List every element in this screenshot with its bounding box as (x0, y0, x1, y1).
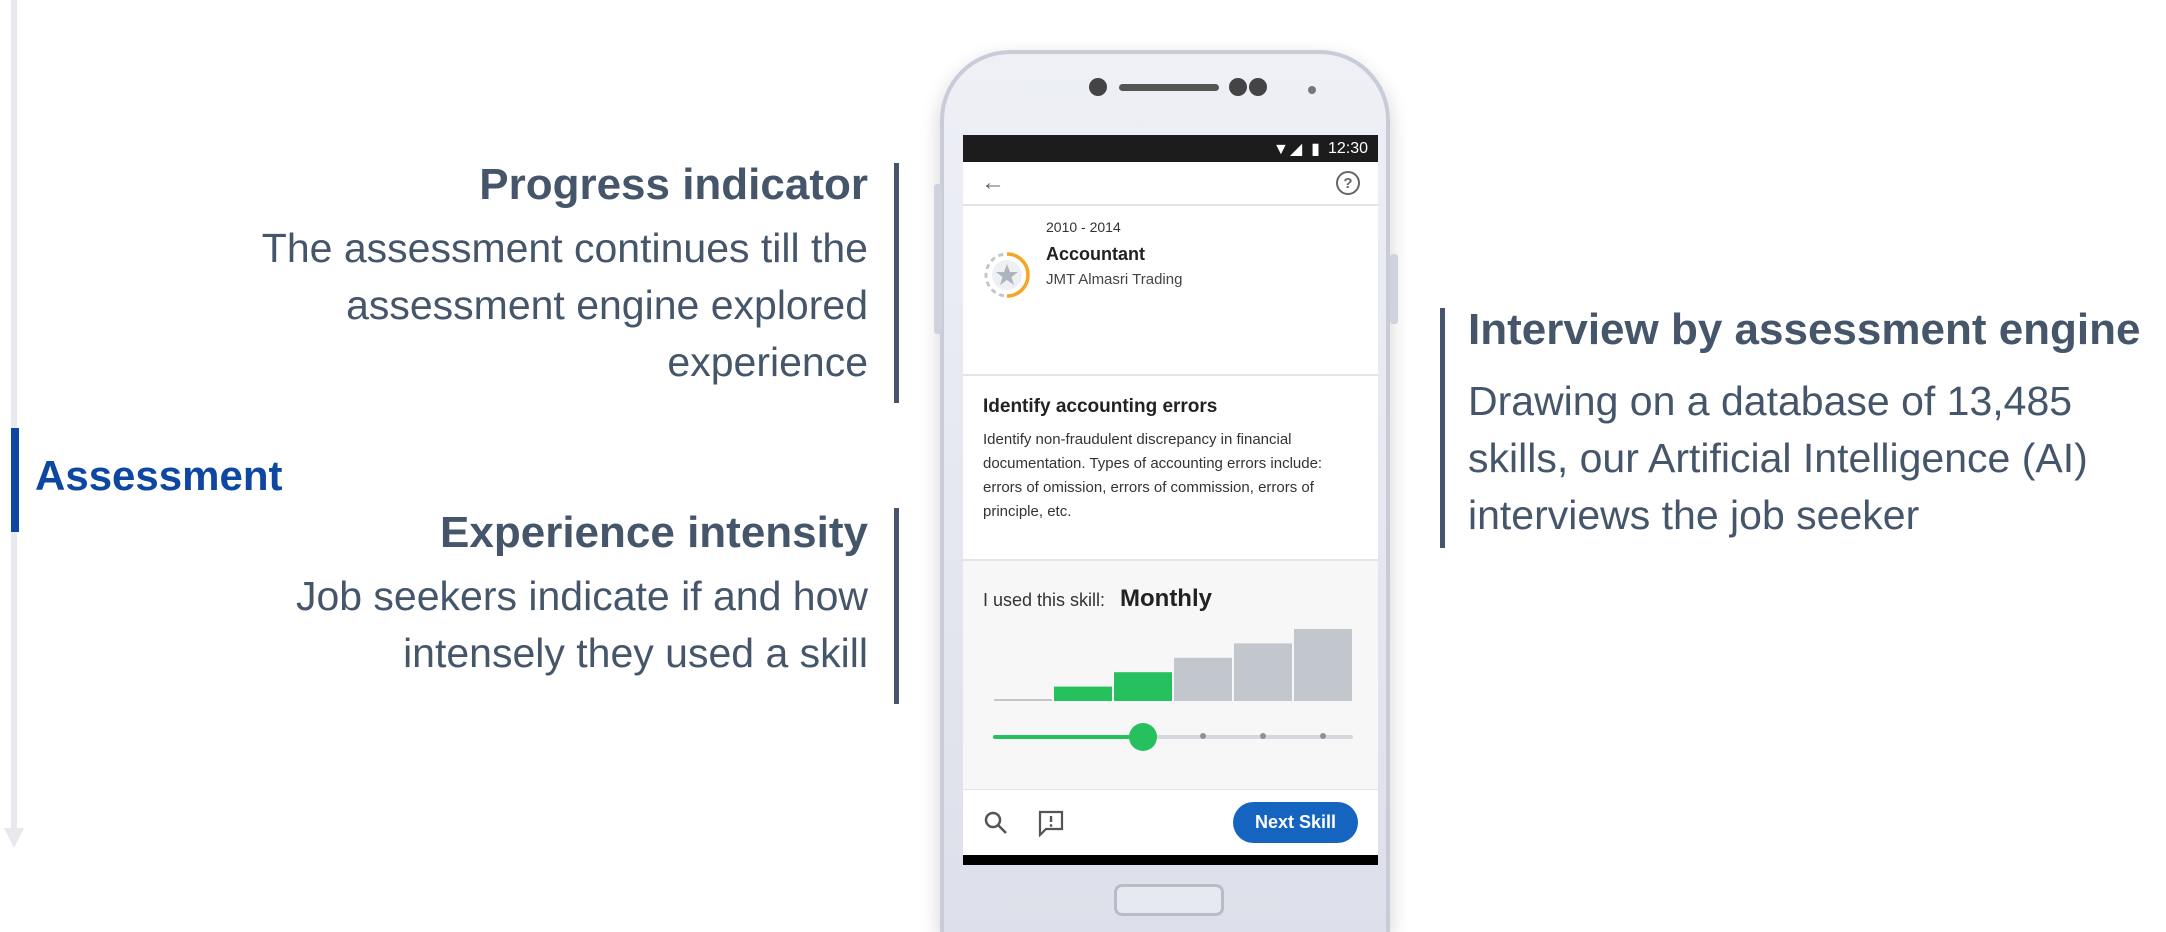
usage-answer: Monthly (1120, 585, 1212, 612)
slider-fill (993, 735, 1143, 739)
skill-description-line: Identify non-fraudulent discrepancy in f… (983, 431, 1292, 448)
speaker-grille (1119, 84, 1219, 91)
hardware-home-button[interactable] (1114, 884, 1224, 916)
callout-title: Progress indicator (479, 160, 868, 209)
callout-line: Drawing on a database of 13,485 (1468, 378, 2073, 424)
help-icon[interactable]: ? (1336, 171, 1360, 195)
callout-line: experience (667, 339, 868, 385)
usage-intensity-chart (994, 629, 1352, 701)
feedback-icon[interactable] (1037, 809, 1065, 837)
interview-callout: Interview by assessment engine Drawing o… (1468, 305, 2158, 544)
progress-callout-bar (894, 163, 899, 403)
callout-line: The assessment continues till the (261, 225, 868, 271)
back-arrow-icon[interactable]: ← (981, 169, 1005, 197)
next-skill-button[interactable]: Next Skill (1232, 802, 1358, 843)
intensity-callout: Experience intensity Job seekers indicat… (168, 508, 868, 682)
skill-description-line: principle, etc. (983, 503, 1072, 520)
slider-knob[interactable] (1129, 723, 1157, 751)
callout-line: intensely they used a skill (403, 630, 868, 676)
usage-level-bar[interactable] (1294, 629, 1352, 701)
usage-level-bar[interactable] (1114, 672, 1172, 701)
bottom-bar: Next Skill (963, 789, 1378, 855)
sensor-dot (1249, 78, 1267, 96)
progress-callout: Progress indicator The assessment contin… (168, 160, 868, 391)
callout-line: interviews the job seeker (1468, 492, 1920, 538)
skill-description-line: errors of omission, errors of commission… (983, 479, 1314, 496)
intensity-callout-bar (894, 508, 899, 704)
battery-icon: ▮ (1311, 140, 1320, 158)
job-company: JMT Almasri Trading (1046, 271, 1183, 288)
usage-level-bar[interactable] (1054, 686, 1112, 701)
skill-card: Identify accounting errors Identify non-… (963, 376, 1378, 561)
timeline-line (11, 0, 17, 828)
app-bar: ← ? (963, 162, 1378, 206)
slider-tick (1320, 733, 1326, 739)
slider-tick (1200, 733, 1206, 739)
proximity-dot (1308, 86, 1316, 94)
job-role: Accountant (1046, 244, 1145, 264)
usage-slider[interactable] (993, 723, 1353, 751)
phone-screen: ▼◢ ▮ 12:30 ← ? 2010 - 2014 Accountant JM… (963, 135, 1378, 865)
skill-description-line: documentation. Types of accounting error… (983, 455, 1323, 472)
status-time: 12:30 (1327, 139, 1368, 157)
timeline-arrow-icon (4, 828, 24, 848)
slider-tick (1260, 733, 1266, 739)
job-years: 2010 - 2014 (1046, 219, 1121, 235)
power-button (1390, 254, 1398, 324)
volume-button (934, 184, 942, 334)
timeline-active-marker (11, 428, 19, 532)
callout-line: assessment engine explored (346, 282, 868, 328)
skill-name: Identify accounting errors (983, 396, 1218, 417)
phone-frame: ▼◢ ▮ 12:30 ← ? 2010 - 2014 Accountant JM… (934, 50, 1398, 932)
star-badge-icon (984, 252, 1030, 298)
callout-title: Interview by assessment engine (1468, 305, 2141, 354)
android-nav-bar: ▼ ◉ ■ (963, 855, 1378, 865)
usage-level-bar[interactable] (994, 699, 1052, 701)
wifi-signal-icon: ▼◢ (1273, 140, 1304, 158)
section-label: Assessment (35, 452, 283, 499)
usage-panel: I used this skill: Monthly (963, 561, 1378, 789)
search-icon[interactable] (983, 810, 1009, 836)
camera-dot (1089, 78, 1107, 96)
usage-question: I used this skill: (983, 590, 1106, 610)
callout-title: Experience intensity (440, 508, 868, 557)
sensor-dot (1229, 78, 1247, 96)
usage-level-bar[interactable] (1234, 643, 1292, 701)
callout-line: Job seekers indicate if and how (295, 573, 868, 619)
job-card: 2010 - 2014 Accountant JMT Almasri Tradi… (963, 206, 1378, 376)
callout-line: skills, our Artificial Intelligence (AI) (1468, 435, 2088, 481)
usage-level-bar[interactable] (1174, 657, 1232, 701)
interview-callout-bar (1440, 308, 1445, 548)
status-bar: ▼◢ ▮ 12:30 (963, 135, 1378, 162)
